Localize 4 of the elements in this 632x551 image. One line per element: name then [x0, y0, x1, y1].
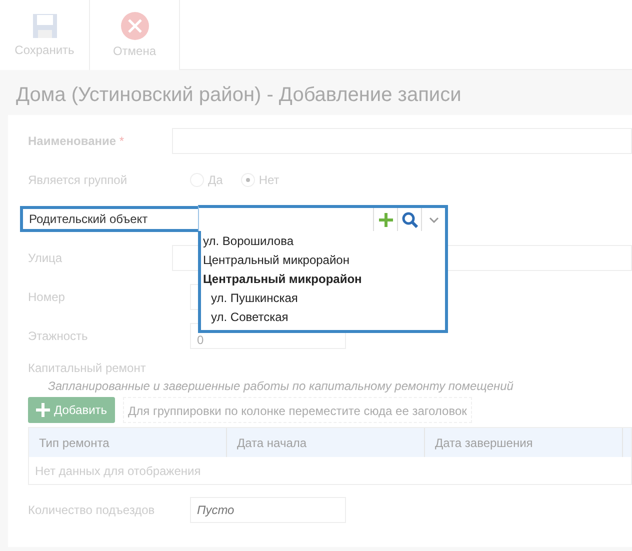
page-title: Дома (Устиновский район) - Добавление записи: [15, 83, 462, 108]
field-label: Родительский объект: [20, 206, 198, 232]
group-panel: Для группировки по колонке переместите сюда ее заголовок: [123, 397, 472, 423]
section-hint: Запланированные и завершенные работы по капитальному ремонту помещений: [47, 378, 514, 393]
